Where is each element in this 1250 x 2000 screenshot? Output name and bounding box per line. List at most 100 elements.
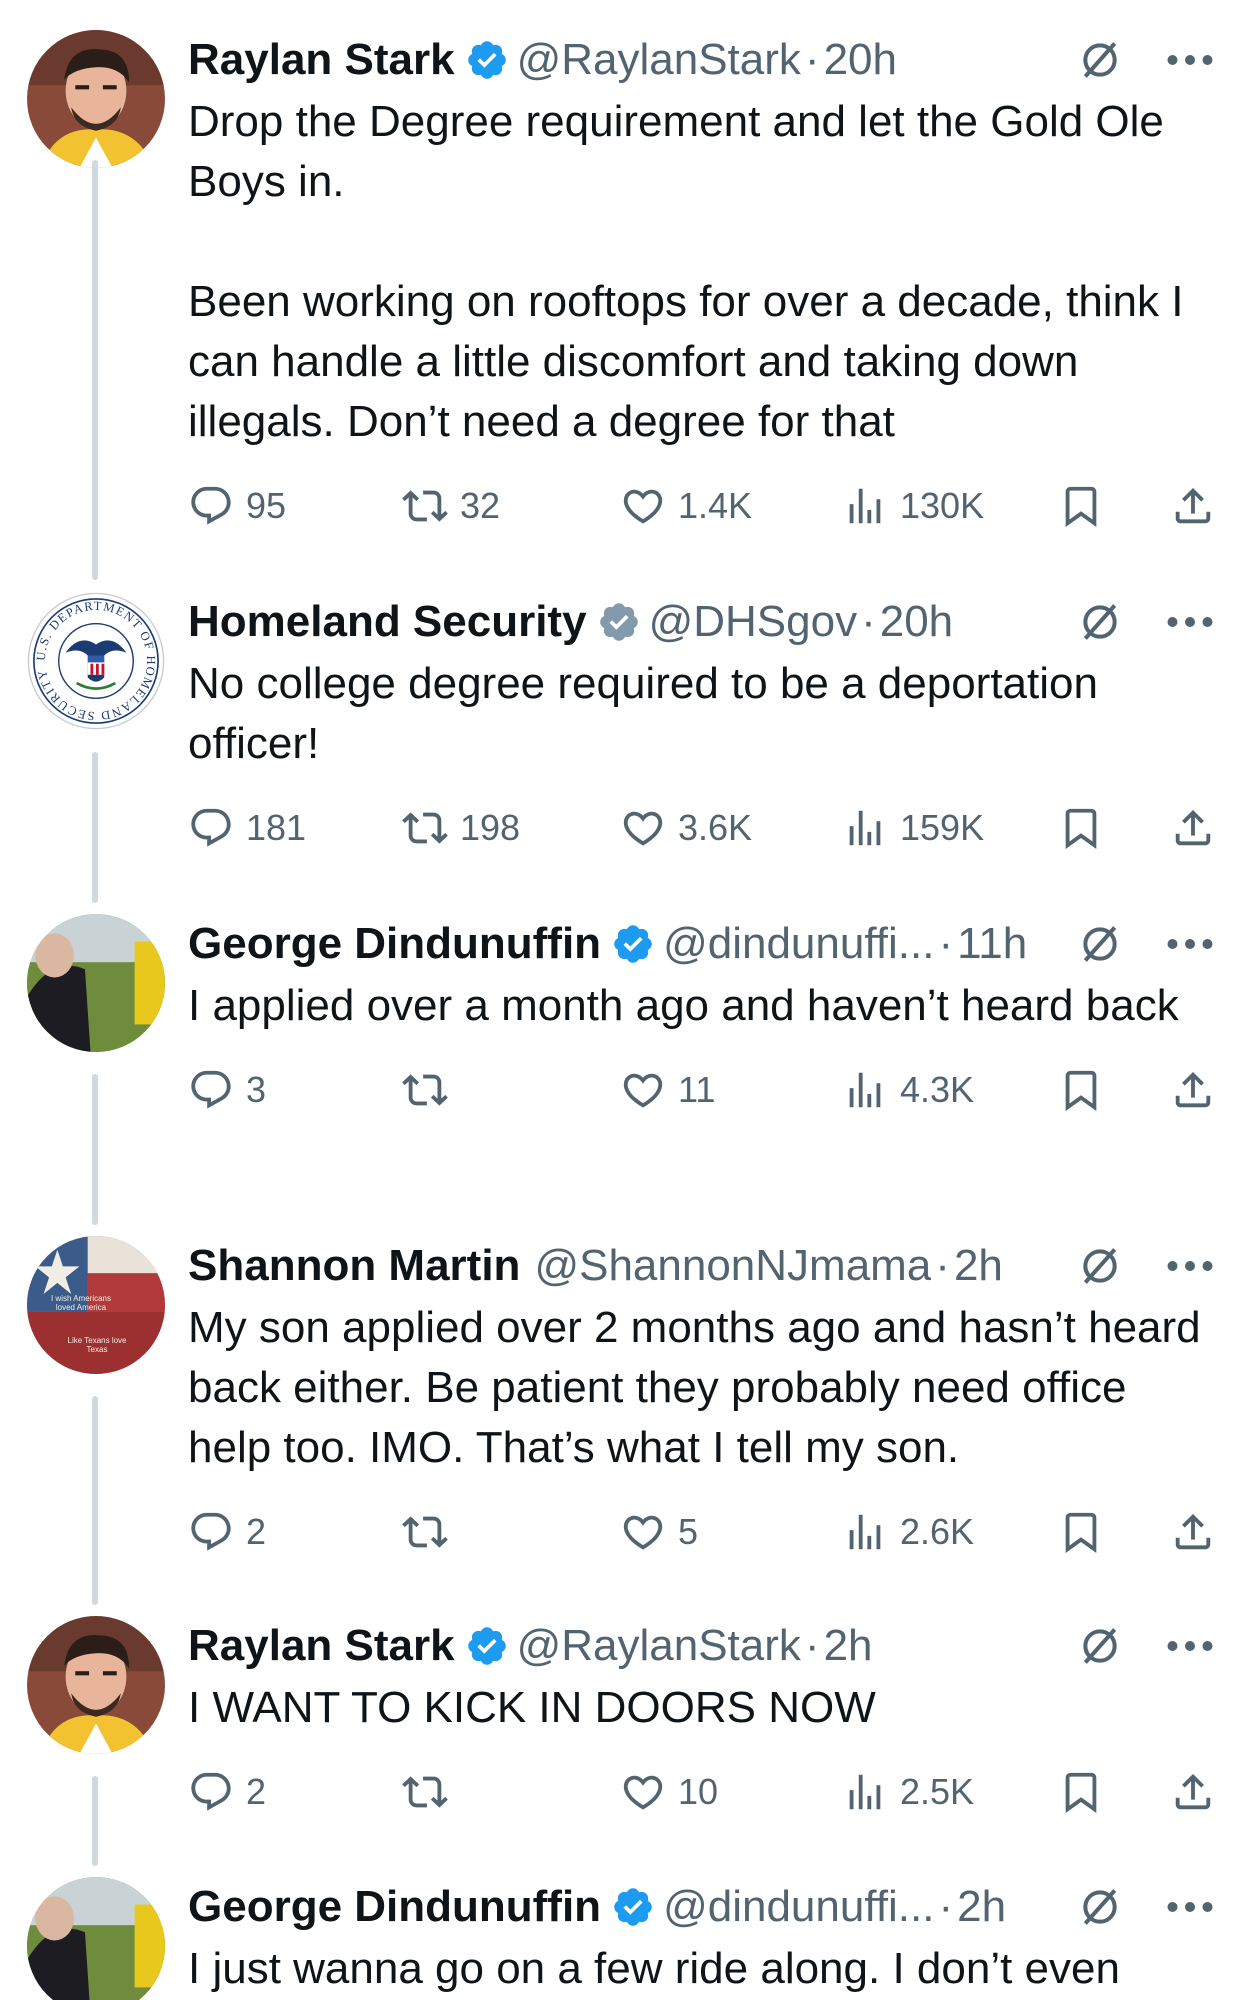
like-button[interactable]: 5 <box>620 1502 698 1562</box>
more-options-icon[interactable] <box>1160 1616 1220 1676</box>
timestamp[interactable]: 20h <box>824 30 897 90</box>
avatar[interactable]: I wish Americans loved America Like Texa… <box>27 1236 165 1374</box>
avatar[interactable] <box>27 30 165 168</box>
more-options-icon[interactable] <box>1160 30 1220 90</box>
views-button[interactable]: 2.5K <box>842 1762 974 1822</box>
views-button[interactable]: 159K <box>842 798 984 858</box>
views-button[interactable]: 4.3K <box>842 1060 974 1120</box>
avatar-image <box>27 914 165 1052</box>
tweet-text: I just wanna go on a few ride along. I d… <box>188 1944 1120 1993</box>
tweet-header: Homeland Security @DHSgov · 20h <box>188 592 1220 652</box>
user-handle[interactable]: @dindunuffi... <box>663 914 934 974</box>
tweet-content: Homeland Security @DHSgov · 20h No colle… <box>188 592 1220 858</box>
like-button[interactable]: 10 <box>620 1762 718 1822</box>
bookmark-button[interactable] <box>1058 1060 1104 1120</box>
retweet-button[interactable]: 198 <box>402 798 520 858</box>
bookmark-button[interactable] <box>1058 798 1104 858</box>
retweet-icon <box>402 1769 448 1815</box>
views-button[interactable]: 2.6K <box>842 1502 974 1562</box>
timestamp[interactable]: 11h <box>957 914 1027 974</box>
user-handle[interactable]: @RaylanStark <box>517 1616 801 1676</box>
reply-button[interactable]: 95 <box>188 476 286 536</box>
display-name[interactable]: Shannon Martin <box>188 1236 520 1296</box>
share-button[interactable] <box>1170 476 1216 536</box>
display-name[interactable]: Raylan Stark <box>188 1616 455 1676</box>
timestamp[interactable]: 2h <box>824 1616 873 1676</box>
more-options-icon[interactable] <box>1160 592 1220 652</box>
dhs-seal-image: U.S. DEPARTMENT OF HOMELAND SECURITY <box>27 592 165 730</box>
avatar[interactable] <box>27 1616 165 1754</box>
tweet-text: I WANT TO KICK IN DOORS NOW <box>188 1683 876 1732</box>
share-icon <box>1170 1067 1216 1113</box>
action-bar: 2 5 2.6K <box>188 1502 1220 1562</box>
grok-icon[interactable] <box>1078 1885 1122 1929</box>
views-chart-icon <box>842 483 888 529</box>
like-button[interactable]: 3.6K <box>620 798 752 858</box>
avatar[interactable] <box>27 914 165 1052</box>
tweet-text: No college degree required to be a depor… <box>188 659 1111 768</box>
share-button[interactable] <box>1170 1060 1216 1120</box>
reply-count: 3 <box>246 1069 267 1110</box>
bookmark-icon <box>1058 1067 1104 1113</box>
reply-count: 95 <box>246 485 287 526</box>
bookmark-button[interactable] <box>1058 1762 1104 1822</box>
more-options-icon[interactable] <box>1160 914 1220 974</box>
like-button[interactable]: 1.4K <box>620 476 752 536</box>
user-handle[interactable]: @RaylanStark <box>517 30 801 90</box>
grok-icon[interactable] <box>1078 922 1122 966</box>
retweet-button[interactable] <box>402 1502 460 1562</box>
bookmark-button[interactable] <box>1058 1502 1104 1562</box>
bookmark-icon <box>1058 1509 1104 1555</box>
avatar[interactable] <box>27 1877 165 2000</box>
like-count: 10 <box>678 1771 719 1812</box>
share-button[interactable] <box>1170 1762 1216 1822</box>
grok-icon[interactable] <box>1078 38 1122 82</box>
share-button[interactable] <box>1170 798 1216 858</box>
thread-connector-line <box>92 1396 98 1605</box>
action-bar: 181 198 3.6K 159K <box>188 798 1220 858</box>
heart-icon <box>620 805 666 851</box>
user-handle[interactable]: @ShannonNJmama <box>534 1236 931 1296</box>
user-handle[interactable]: @DHSgov <box>649 592 858 652</box>
reply-icon <box>188 1769 234 1815</box>
grok-icon[interactable] <box>1078 1624 1122 1668</box>
reply-button[interactable]: 2 <box>188 1502 266 1562</box>
reply-button[interactable]: 2 <box>188 1762 266 1822</box>
tweet-header: Shannon Martin @ShannonNJmama · 2h <box>188 1236 1220 1296</box>
timestamp[interactable]: 20h <box>880 592 953 652</box>
display-name[interactable]: Raylan Stark <box>188 30 455 90</box>
display-name[interactable]: George Dindunuffin <box>188 1877 601 1937</box>
retweet-button[interactable] <box>402 1060 460 1120</box>
reply-button[interactable]: 3 <box>188 1060 266 1120</box>
share-icon <box>1170 805 1216 851</box>
views-button[interactable]: 130K <box>842 476 984 536</box>
grok-icon[interactable] <box>1078 1244 1122 1288</box>
avatar-image <box>27 30 165 168</box>
thread-connector-line <box>92 752 98 903</box>
bookmark-button[interactable] <box>1058 476 1104 536</box>
avatar-image <box>27 1877 165 2000</box>
share-icon <box>1170 1509 1216 1555</box>
display-name[interactable]: George Dindunuffin <box>188 914 601 974</box>
more-options-icon[interactable] <box>1160 1236 1220 1296</box>
timestamp[interactable]: 2h <box>954 1236 1003 1296</box>
retweet-button[interactable] <box>402 1762 460 1822</box>
share-button[interactable] <box>1170 1502 1216 1562</box>
timestamp[interactable]: 2h <box>957 1877 1006 1937</box>
retweet-button[interactable]: 32 <box>402 476 500 536</box>
separator-dot: · <box>935 1241 950 1290</box>
more-options-icon[interactable] <box>1160 1877 1220 1937</box>
like-button[interactable]: 11 <box>620 1060 715 1120</box>
reply-count: 2 <box>246 1771 267 1812</box>
user-handle[interactable]: @dindunuffi... <box>663 1877 934 1937</box>
display-name[interactable]: Homeland Security <box>188 592 587 652</box>
reply-button[interactable]: 181 <box>188 798 306 858</box>
avatar-image <box>27 1616 165 1754</box>
heart-icon <box>620 1509 666 1555</box>
grok-icon[interactable] <box>1078 600 1122 644</box>
heart-icon <box>620 1769 666 1815</box>
action-bar: 2 10 2.5K <box>188 1762 1220 1822</box>
tweet-content: Raylan Stark @RaylanStark · 20h Drop the… <box>188 30 1220 536</box>
avatar[interactable]: U.S. DEPARTMENT OF HOMELAND SECURITY <box>27 592 165 730</box>
view-count: 2.6K <box>900 1511 975 1552</box>
